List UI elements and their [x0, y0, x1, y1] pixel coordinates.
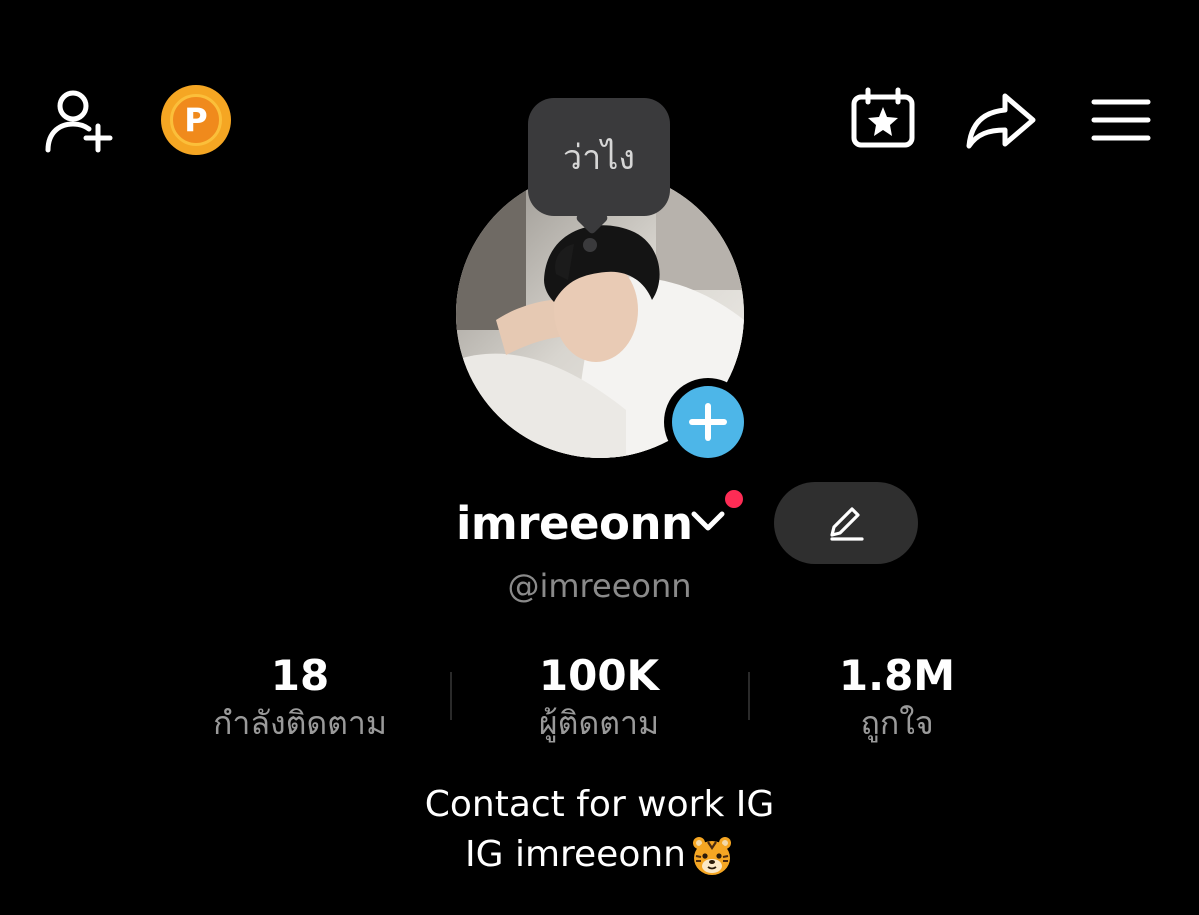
stat-likes-value: 1.8M: [838, 651, 956, 700]
stat-following[interactable]: 18 กำลังติดตาม: [150, 650, 450, 744]
display-name[interactable]: imreeonn: [456, 496, 693, 552]
stat-likes[interactable]: 1.8M ถูกใจ: [747, 650, 1047, 744]
chevron-down-icon: [691, 511, 725, 531]
bio-line-2-row: IG imreeonn: [0, 830, 1199, 880]
stat-following-value: 18: [270, 651, 330, 700]
coin-icon: P: [170, 94, 222, 146]
notification-dot: [722, 487, 746, 511]
share-icon: [966, 93, 1036, 149]
plus-icon: [689, 403, 727, 441]
username: @imreeonn: [507, 567, 692, 605]
stat-followers[interactable]: 100K ผู้ติดตาม: [449, 650, 749, 744]
account-switch-chevron[interactable]: [690, 508, 726, 539]
share-button[interactable]: [964, 88, 1038, 152]
stat-followers-value: 100K: [538, 651, 660, 700]
coin-button[interactable]: P: [161, 85, 231, 155]
menu-icon: [1091, 99, 1151, 141]
stat-followers-label: ผู้ติดตาม: [538, 704, 660, 742]
pencil-icon: [830, 507, 864, 541]
stat-likes-label: ถูกใจ: [860, 704, 934, 742]
bio-line-2: IG imreeonn: [465, 834, 686, 875]
note-bubble[interactable]: ว่าไง: [528, 98, 670, 216]
event-calendar-icon: [851, 87, 915, 148]
coin-letter: P: [184, 101, 208, 139]
event-calendar-button[interactable]: [848, 86, 918, 150]
add-friend-button[interactable]: [38, 82, 118, 158]
note-bubble-dot: [583, 238, 597, 252]
bio-line-1: Contact for work IG: [424, 784, 775, 825]
bio[interactable]: Contact for work IG IG imreeonn: [0, 780, 1199, 880]
add-friend-icon: [45, 90, 113, 153]
edit-profile-button[interactable]: [774, 482, 918, 564]
stat-following-label: กำลังติดตาม: [213, 704, 387, 742]
add-story-button[interactable]: [664, 378, 752, 466]
note-bubble-text: ว่าไง: [563, 138, 635, 178]
menu-button[interactable]: [1088, 94, 1154, 146]
tiger-emoji-icon: [693, 837, 731, 875]
